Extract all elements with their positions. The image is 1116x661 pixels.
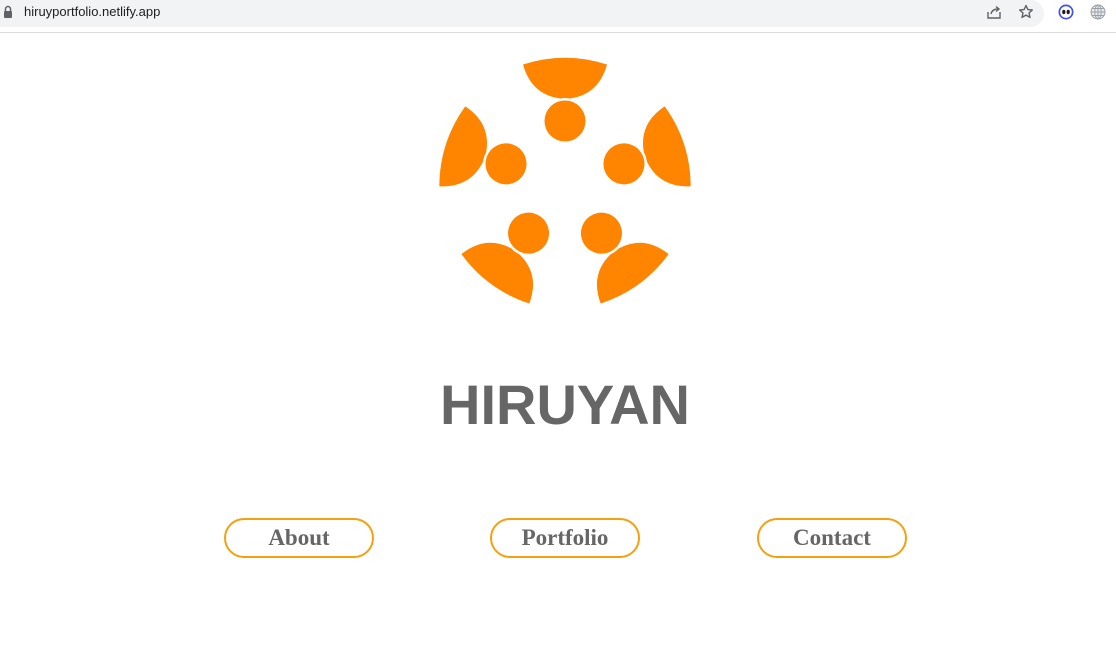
extension-eyes-icon[interactable] [1057, 3, 1075, 21]
about-button[interactable]: About [224, 518, 374, 558]
bookmark-star-icon[interactable] [1017, 3, 1035, 21]
browser-toolbar: hiruyportfolio.netlify.app [0, 0, 1116, 33]
logo-segment [457, 189, 577, 310]
contact-button[interactable]: Contact [757, 518, 907, 558]
address-bar[interactable]: hiruyportfolio.netlify.app [0, 0, 1044, 27]
share-icon[interactable] [985, 3, 1003, 21]
logo-segment [523, 57, 607, 144]
brand-title: HIRUYAN [440, 373, 690, 436]
url-text[interactable]: hiruyportfolio.netlify.app [24, 4, 160, 20]
globe-icon[interactable] [1089, 3, 1107, 21]
portfolio-button[interactable]: Portfolio [490, 518, 640, 558]
logo-segment [438, 104, 541, 211]
logo-segment [553, 189, 673, 310]
logo-icon [438, 57, 692, 310]
lock-icon[interactable] [3, 5, 13, 19]
logo-segment [589, 104, 692, 211]
